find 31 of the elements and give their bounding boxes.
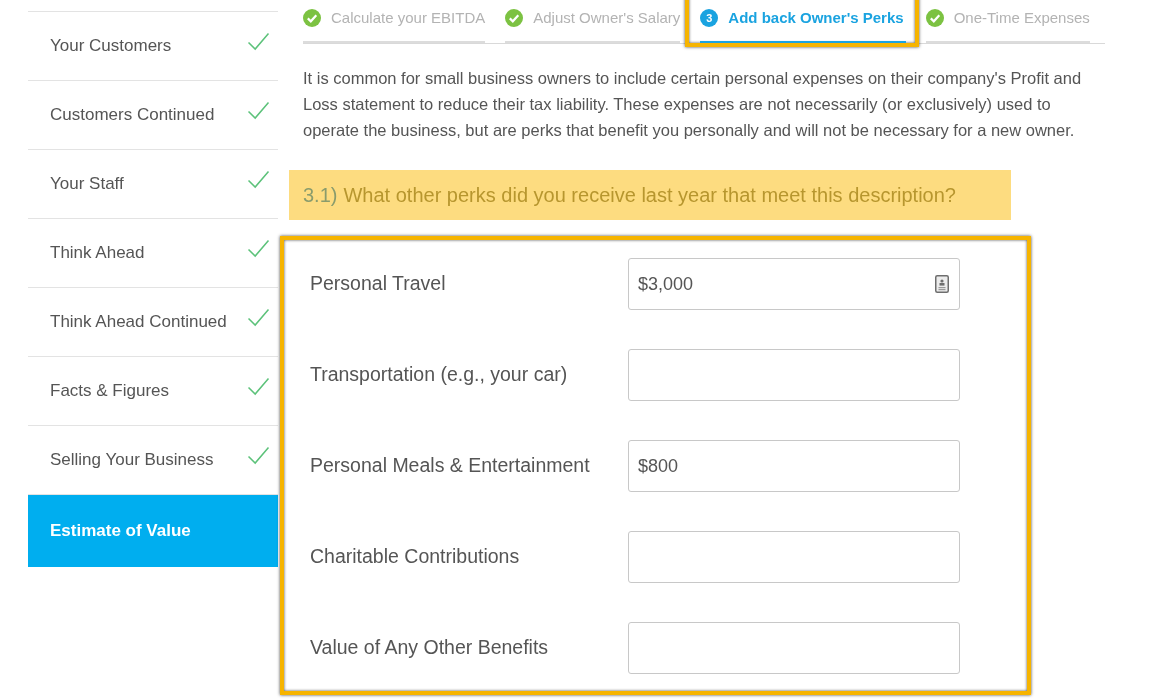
contact-card-icon[interactable] bbox=[935, 275, 949, 293]
question-text: What other perks did you receive last year that meet this description? bbox=[343, 183, 956, 208]
check-icon bbox=[247, 445, 270, 465]
field-label: Value of Any Other Benefits bbox=[310, 635, 550, 661]
input-field[interactable]: $800 bbox=[628, 440, 960, 492]
check-icon bbox=[247, 169, 270, 189]
sidebar-item[interactable]: Facts & Figures bbox=[28, 357, 278, 426]
check-circle-icon bbox=[505, 9, 524, 27]
check-icon bbox=[247, 238, 270, 258]
check-icon bbox=[247, 376, 270, 396]
step-number: 3 bbox=[700, 9, 719, 27]
field-label: Personal Meals & Entertainment bbox=[310, 453, 591, 479]
question-number: 3.1) bbox=[303, 183, 338, 208]
input-field[interactable]: $3,000 bbox=[628, 258, 960, 310]
intro-paragraph: It is common for small business owners to include certain personal expenses on their company's Profit and Loss statement to reduce their tax liability. These expenses are not necessarily (or exclusively) used to operate the business, but are perks that benefit you personally and will not be necessary for a new owner. bbox=[303, 68, 1083, 141]
sidebar-item[interactable]: Your Staff bbox=[28, 150, 278, 219]
check-icon bbox=[247, 307, 270, 327]
sidebar-item[interactable]: Customers Continued bbox=[28, 81, 278, 150]
input-field[interactable] bbox=[628, 349, 960, 401]
field-label: Charitable Contributions bbox=[310, 544, 521, 570]
field-label: Transportation (e.g., your car) bbox=[310, 362, 569, 388]
check-icon bbox=[247, 100, 270, 120]
input-field[interactable] bbox=[628, 622, 960, 674]
check-circle-icon bbox=[303, 9, 321, 27]
sidebar-item[interactable]: Think Ahead bbox=[28, 219, 278, 288]
input-field[interactable] bbox=[628, 531, 960, 583]
field-label: Personal Travel bbox=[310, 271, 447, 297]
sidebar-item[interactable]: Think Ahead Continued bbox=[28, 288, 278, 357]
check-icon bbox=[247, 31, 270, 51]
check-circle-icon bbox=[925, 9, 944, 27]
sidebar-item[interactable]: Your Customers bbox=[28, 12, 278, 81]
